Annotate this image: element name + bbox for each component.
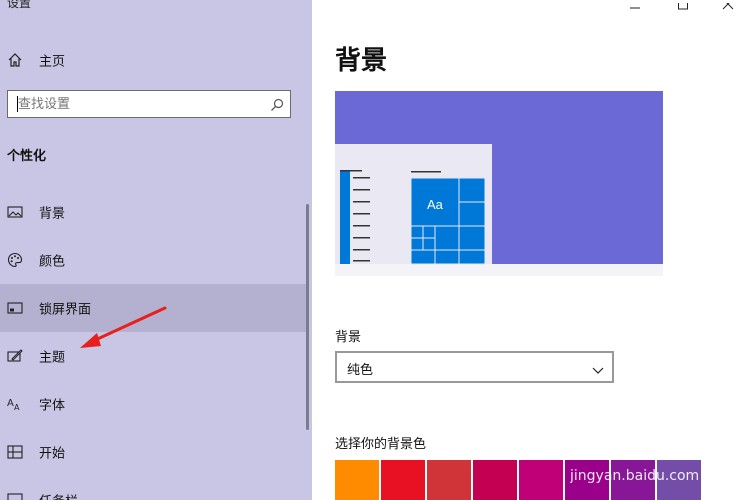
- search-box[interactable]: [7, 90, 291, 118]
- sidebar-item-fonts[interactable]: AA 字体: [0, 380, 309, 428]
- close-icon: [722, 0, 734, 10]
- sidebar-item-label: 主题: [39, 350, 66, 366]
- watermark-url: jingyan.baidu.com: [570, 468, 699, 484]
- annotation-arrow: [80, 306, 167, 348]
- search-input[interactable]: [8, 91, 268, 117]
- svg-text:A: A: [7, 398, 14, 409]
- sidebar-item-label: 开始: [39, 446, 66, 462]
- preview-sample-text: Aa: [427, 197, 444, 212]
- background-label: 背景: [335, 330, 362, 345]
- sidebar-item-label: 字体: [39, 398, 66, 414]
- chevron-down-icon: [592, 361, 604, 374]
- watermark-brand: Baidu 经验: [610, 437, 721, 461]
- minimize-button[interactable]: [612, 0, 658, 12]
- svg-text:A: A: [14, 403, 20, 412]
- sidebar-item-taskbar[interactable]: 任务栏: [0, 476, 309, 500]
- sidebar-item-background[interactable]: 背景: [0, 188, 309, 236]
- maximize-button[interactable]: [660, 0, 706, 12]
- sidebar-item-colors[interactable]: 颜色: [0, 236, 309, 284]
- desktop-preview: Aa: [335, 91, 663, 276]
- color-section-label: 选择你的背景色: [335, 437, 427, 452]
- text-caret: [17, 96, 18, 112]
- theme-icon: [7, 348, 23, 364]
- nav-home[interactable]: 主页: [0, 44, 300, 76]
- home-icon: [7, 52, 23, 68]
- nav-home-label: 主页: [39, 54, 66, 70]
- sidebar-item-label: 背景: [39, 206, 66, 222]
- sidebar-item-label: 颜色: [39, 254, 66, 270]
- maximize-icon: [678, 0, 688, 10]
- palette-icon: [7, 252, 23, 268]
- search-icon[interactable]: [270, 97, 284, 111]
- color-swatch[interactable]: [519, 460, 563, 500]
- lock-screen-icon: [7, 300, 23, 316]
- color-swatch[interactable]: [473, 460, 517, 500]
- sidebar-item-start[interactable]: 开始: [0, 428, 309, 476]
- sidebar: 设置 主页 个性化 背景 颜色 锁屏界面 主题: [0, 0, 312, 500]
- image-icon: [7, 204, 23, 220]
- font-icon: AA: [7, 396, 23, 412]
- page-title: 背景: [335, 46, 388, 76]
- sidebar-scrollbar[interactable]: [306, 204, 309, 430]
- baidu-watermark: Baidu 经验 jingyan.baidu.com: [570, 426, 721, 484]
- start-icon: [7, 444, 23, 460]
- close-button[interactable]: [706, 0, 740, 12]
- minimize-icon: [630, 7, 640, 9]
- section-title: 个性化: [7, 149, 47, 164]
- color-swatch[interactable]: [427, 460, 471, 500]
- background-type-dropdown[interactable]: 纯色: [335, 351, 614, 383]
- dropdown-value: 纯色: [347, 363, 374, 378]
- color-swatch[interactable]: [335, 460, 379, 500]
- color-swatch[interactable]: [381, 460, 425, 500]
- sidebar-item-label: 任务栏: [39, 491, 78, 500]
- taskbar-icon: [7, 492, 23, 500]
- app-title: 设置: [7, 0, 32, 10]
